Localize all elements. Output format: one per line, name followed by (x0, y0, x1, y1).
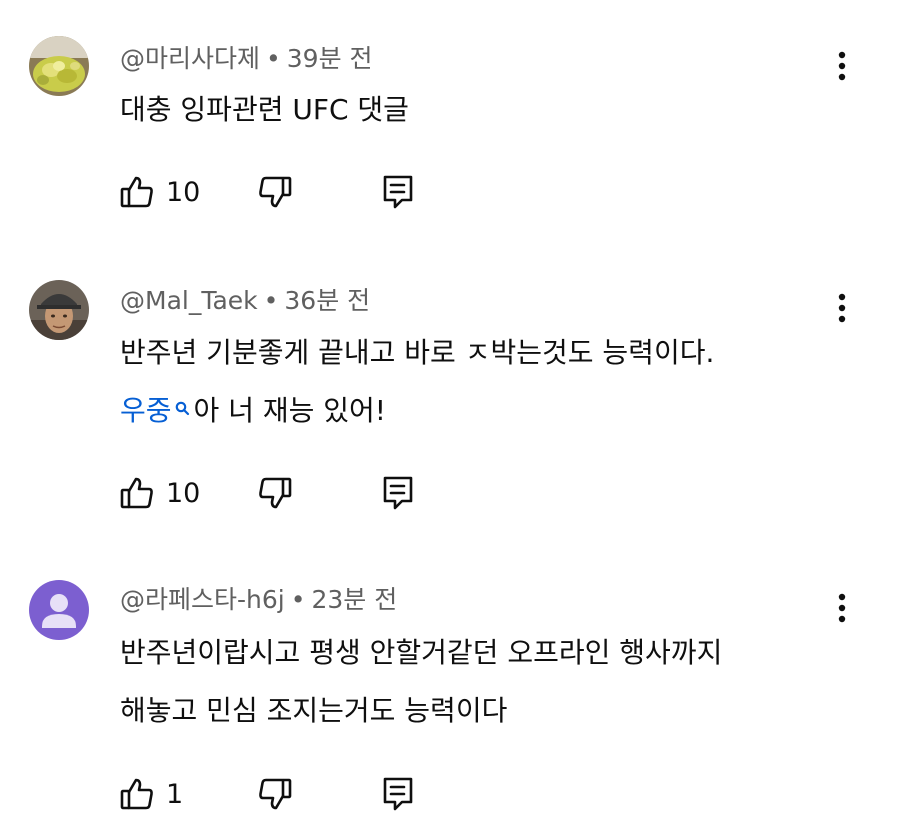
more-vert-icon[interactable] (826, 588, 858, 628)
comment-line: 해놓고 민심 조지는거도 능력이다 (120, 694, 508, 727)
reply-button[interactable] (382, 774, 414, 814)
mention-suffix: 아 너 재능 있어! (193, 394, 387, 427)
reply-button[interactable] (382, 172, 414, 212)
thumbs-up-icon (120, 778, 153, 810)
like-button[interactable]: 1 (120, 774, 183, 814)
comment-time: 23분 전 (311, 585, 398, 614)
dislike-button[interactable] (258, 172, 292, 212)
reply-icon (383, 777, 413, 811)
meta-separator: • (290, 585, 306, 614)
like-button[interactable]: 10 (120, 172, 200, 212)
more-vert-icon[interactable] (826, 288, 858, 328)
comment-actions: 10 (120, 172, 440, 212)
thumbs-down-icon (259, 778, 292, 810)
meta-separator: • (263, 286, 279, 315)
like-count: 10 (166, 176, 201, 208)
dislike-button[interactable] (258, 473, 292, 513)
comment-line: 대충 잉파관련 UFC 댓글 (120, 93, 409, 126)
comment-meta: @Mal_Taek • 36분 전 (120, 285, 370, 317)
like-count: 1 (166, 778, 184, 810)
comment-text: 대충 잉파관련 UFC 댓글 (120, 89, 409, 147)
comment-time: 36분 전 (284, 286, 371, 315)
author-name[interactable]: @마리사다제 (120, 44, 260, 73)
avatar[interactable] (29, 36, 89, 96)
reply-icon (383, 476, 413, 510)
search-icon (174, 390, 190, 432)
avatar[interactable] (29, 580, 89, 640)
thumbs-up-icon (120, 176, 153, 208)
more-vert-icon[interactable] (826, 46, 858, 86)
comment-text: 반주년이랍시고 평생 안할거같던 오프라인 행사까지 해놓고 민심 조지는거도 … (120, 632, 722, 748)
dislike-button[interactable] (258, 774, 292, 814)
reply-icon (383, 175, 413, 209)
avatar[interactable] (29, 280, 89, 340)
comment-text: 반주년 기분좋게 끝내고 바로 ㅈ박는것도 능력이다. 우중 아 너 재능 있어! (120, 332, 714, 448)
thumbs-down-icon (259, 477, 292, 509)
like-count: 10 (166, 477, 201, 509)
like-button[interactable]: 10 (120, 473, 200, 513)
mention-link[interactable]: 우중 (120, 394, 172, 427)
comment-meta: @라페스타-h6j • 23분 전 (120, 584, 397, 616)
author-name[interactable]: @Mal_Taek (120, 286, 258, 315)
meta-separator: • (266, 44, 281, 73)
comment-actions: 10 (120, 473, 440, 513)
reply-button[interactable] (382, 473, 414, 513)
author-name[interactable]: @라페스타-h6j (120, 585, 285, 614)
comment-time: 39분 전 (286, 44, 373, 73)
comment-line: 우중 아 너 재능 있어! (120, 390, 714, 448)
thumbs-down-icon (259, 176, 292, 208)
comment-meta: @마리사다제 • 39분 전 (120, 43, 373, 75)
comment-line: 반주년이랍시고 평생 안할거같던 오프라인 행사까지 (120, 636, 723, 669)
comment-line: 반주년 기분좋게 끝내고 바로 ㅈ박는것도 능력이다. (120, 336, 715, 369)
comment-actions: 1 (120, 774, 440, 814)
thumbs-up-icon (120, 477, 153, 509)
